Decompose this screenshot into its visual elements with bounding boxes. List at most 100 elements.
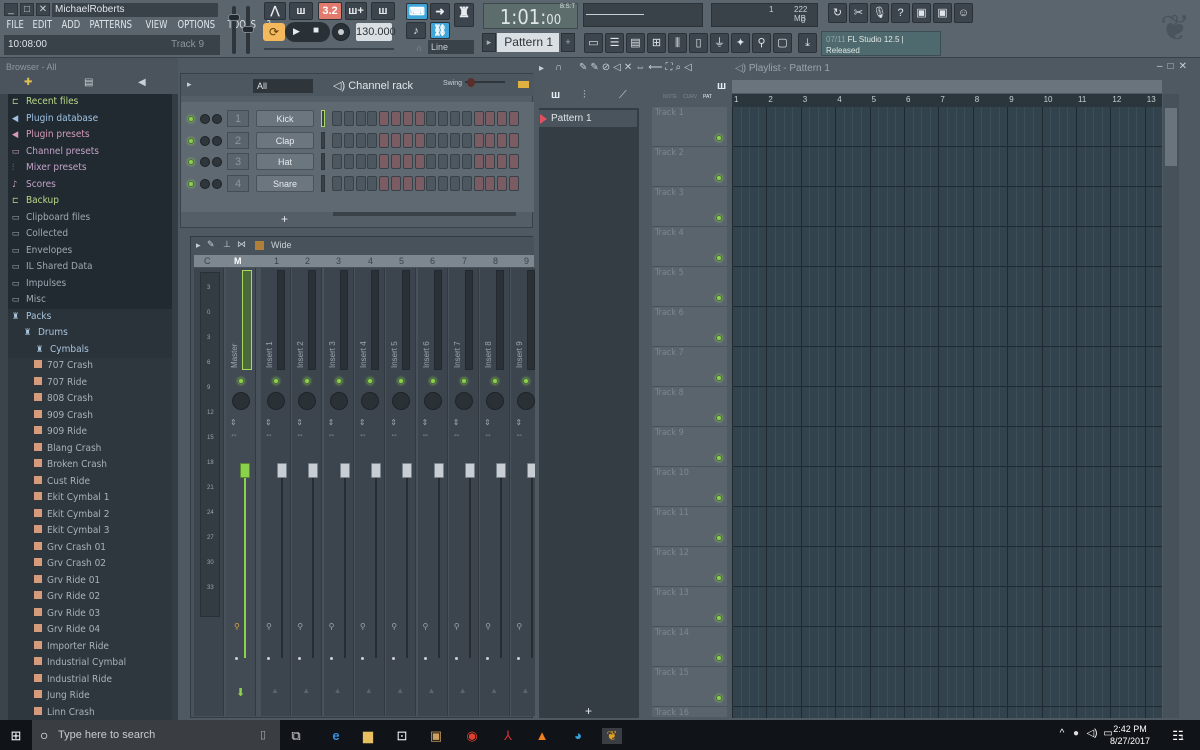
master-route-dot[interactable] — [235, 657, 238, 660]
mixer-strip-insert[interactable]: Insert 2 ⇕ ⇔ ⚲ ▲ — [292, 268, 323, 716]
channel-name-button[interactable]: Clap — [256, 131, 314, 149]
track-mute-led[interactable] — [716, 335, 722, 341]
channel-volume-knob[interactable] — [212, 157, 222, 167]
browser-item[interactable]: ▭ Misc — [8, 292, 172, 309]
track-header[interactable]: Track 11 — [652, 507, 727, 547]
step-button[interactable] — [379, 175, 390, 191]
insert-mute-led[interactable] — [366, 378, 373, 384]
arrow-right-icon[interactable]: ➜ — [430, 3, 450, 20]
browser-file[interactable]: Jung Ride — [8, 688, 172, 705]
channel-name-button[interactable]: Snare — [256, 174, 314, 192]
browser-item[interactable]: ◀ Plugin database — [8, 111, 172, 128]
channel-pan-knob[interactable] — [200, 178, 210, 189]
step-button[interactable] — [379, 132, 390, 148]
step-button[interactable] — [414, 111, 425, 126]
insert-mute-led[interactable] — [523, 378, 530, 384]
step-button[interactable] — [485, 132, 496, 148]
insert-fader[interactable] — [370, 463, 381, 478]
pattern-mode-icon[interactable]: ш — [717, 80, 726, 92]
step-button[interactable] — [509, 111, 519, 126]
browser-file[interactable]: Linn Crash — [8, 704, 172, 721]
microphone-icon[interactable]: 🎙 — [870, 3, 889, 23]
channel-mute-led[interactable] — [188, 159, 194, 165]
wait-input-icon[interactable]: ш — [289, 2, 313, 20]
step-button[interactable] — [402, 111, 413, 126]
step-button[interactable] — [485, 175, 496, 191]
insert-pan-knob[interactable] — [517, 392, 536, 410]
channel-filter-select[interactable]: All — [253, 79, 313, 93]
cut-icon[interactable]: ✂ — [849, 3, 868, 23]
step-button[interactable] — [509, 154, 519, 169]
insert-record-icon[interactable]: ⚲ — [454, 622, 460, 631]
browser-file[interactable]: Grv Crash 02 — [8, 556, 172, 573]
playlist-grid[interactable] — [732, 107, 1162, 718]
track-header[interactable]: Track 6 — [652, 307, 727, 347]
browser-file[interactable]: Grv Ride 02 — [8, 589, 172, 606]
track-mute-led[interactable] — [716, 295, 722, 301]
help-icon[interactable]: ? — [891, 3, 910, 23]
channel-name-button[interactable]: Hat — [256, 153, 314, 170]
step-button[interactable] — [497, 111, 508, 126]
insert-pan-knob[interactable] — [392, 392, 411, 410]
tempo-display[interactable]: 130.000 — [356, 23, 396, 41]
step-button[interactable] — [426, 111, 437, 126]
step-button[interactable] — [355, 154, 366, 169]
send-arrow-icon[interactable]: ▲ — [490, 686, 498, 695]
download-icon[interactable]: ⤓ — [798, 33, 817, 53]
step-button[interactable] — [438, 132, 449, 148]
insert-mute-led[interactable] — [304, 378, 311, 384]
insert-route-dot[interactable] — [360, 657, 364, 660]
system-clock[interactable]: 2:42 PM 8/27/2017 — [1110, 723, 1150, 747]
browser-item[interactable]: ♪ Scores — [8, 177, 172, 194]
track-mute-led[interactable] — [716, 695, 722, 701]
channel-select[interactable] — [321, 110, 325, 127]
step-button[interactable] — [473, 132, 484, 148]
insert-pan-knob[interactable] — [298, 392, 317, 410]
windows-start-icon[interactable]: ⊞ — [6, 728, 26, 744]
insert-fader[interactable] — [339, 463, 350, 478]
step-button[interactable] — [426, 175, 437, 191]
browser-item[interactable]: ♜ Packs — [8, 308, 172, 325]
automation-tab-icon[interactable]: ⟋ — [619, 89, 627, 102]
browser-file[interactable]: 909 Crash — [8, 407, 172, 424]
task-view-icon[interactable]: ⧉ — [286, 728, 306, 744]
send-arrow-icon[interactable]: ▲ — [521, 686, 529, 695]
channel-mute-led[interactable] — [188, 180, 194, 187]
insert-pan-knob[interactable] — [267, 392, 285, 410]
pattern-song-toggle[interactable]: ⟳ — [263, 23, 285, 41]
track-mute-led[interactable] — [716, 215, 722, 221]
browser-file[interactable]: Ekit Cymbal 2 — [8, 506, 172, 523]
mixer-strip-insert[interactable]: Insert 7 ⇕ ⇔ ⚲ ▲ — [448, 268, 479, 716]
insert-fader[interactable] — [277, 463, 287, 478]
pattern-prev-button[interactable]: ▸ — [482, 33, 496, 52]
timeline-ruler[interactable]: 1 2 3 4 5 6 7 8 9 10 11 12 13 — [732, 94, 1162, 107]
step-button[interactable] — [426, 132, 437, 148]
master-pitch-handle[interactable] — [242, 26, 254, 33]
master-record-icon[interactable]: ⚲ — [234, 622, 240, 631]
add-channel-button[interactable]: + — [281, 212, 288, 226]
insert-mute-led[interactable] — [335, 378, 342, 384]
step-button[interactable] — [367, 132, 378, 148]
step-button[interactable] — [332, 175, 342, 191]
step-button[interactable] — [438, 111, 449, 126]
insert-pan-knob[interactable] — [329, 392, 348, 410]
insert-fader[interactable] — [464, 463, 475, 478]
insert-route-dot[interactable] — [329, 657, 333, 660]
step-button[interactable] — [497, 154, 508, 169]
browser-file[interactable]: Grv Ride 04 — [8, 622, 172, 639]
browser-file[interactable]: Blang Crash — [8, 440, 172, 457]
touch-controller-icon[interactable]: ⚲ — [752, 33, 771, 53]
browser-file[interactable]: Grv Ride 03 — [8, 605, 172, 622]
insert-route-dot[interactable] — [392, 657, 396, 660]
project-info-icon[interactable]: ▯ — [689, 33, 708, 53]
channel-volume-knob[interactable] — [212, 114, 222, 124]
swing-handle[interactable] — [467, 78, 475, 87]
media-player-icon[interactable]: ▣ — [426, 728, 446, 744]
taskbar-search[interactable]: ○ Type here to search ▯ — [32, 720, 280, 750]
microphone-icon[interactable]: ▯ — [260, 720, 266, 750]
channel-volume-knob[interactable] — [212, 178, 222, 189]
insert-record-icon[interactable]: ⚲ — [360, 622, 366, 631]
step-button[interactable] — [426, 154, 437, 169]
browser-item[interactable]: ♜ Cymbals — [8, 341, 172, 358]
step-button[interactable] — [438, 175, 449, 191]
